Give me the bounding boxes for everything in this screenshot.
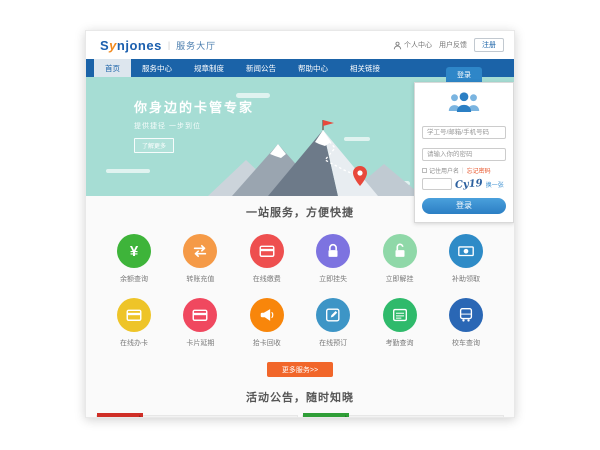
personal-center-label: 个人中心: [404, 40, 432, 50]
website-mockup: Synjones | 服务大厅 个人中心 用户反馈 注册 首页 服务中心 规章制…: [85, 30, 515, 418]
lock-icon: [324, 242, 342, 260]
users-group-icon: [422, 90, 506, 118]
guide-panel-right: 使用指南 更多>>: [302, 415, 504, 418]
bus-icon: [457, 306, 475, 324]
login-tab[interactable]: 登录: [446, 67, 482, 82]
transfer-icon: [191, 242, 209, 260]
captcha-image: Cy19: [455, 178, 483, 191]
nav-item-home[interactable]: 首页: [94, 59, 131, 77]
remember-label: 记住用户名: [429, 166, 459, 175]
password-input[interactable]: [422, 148, 506, 161]
hero-learn-more-button[interactable]: 了解更多: [134, 138, 174, 153]
user-feedback-link[interactable]: 用户反馈: [439, 40, 467, 50]
attendance-icon: [391, 306, 409, 324]
username-input[interactable]: [422, 126, 506, 139]
user-feedback-label: 用户反馈: [439, 40, 467, 50]
site-header: Synjones | 服务大厅 个人中心 用户反馈 注册: [86, 31, 514, 59]
service-online-card-application[interactable]: 在线办卡: [108, 298, 160, 348]
logo-rest: njones: [117, 38, 162, 53]
banknote-icon: [457, 242, 475, 260]
hero-subtitle: 提供捷径 一步到位: [134, 121, 254, 131]
service-report-loss[interactable]: 立即挂失: [307, 234, 359, 284]
cloud-shape: [106, 169, 150, 173]
login-submit-button[interactable]: 登录: [422, 198, 506, 214]
login-panel: 登录 记住用户名 | 忘记密码: [414, 67, 514, 223]
nav-item-news[interactable]: 新闻公告: [235, 59, 287, 77]
login-box: 记住用户名 | 忘记密码 Cy19 换一张 登录: [414, 82, 514, 223]
announcement-panels: 使用指南 最新公告 更多>> 使用指南 更多>>: [86, 415, 514, 418]
service-online-booking[interactable]: 在线预订: [307, 298, 359, 348]
service-attendance-inquiry[interactable]: 考勤查询: [374, 298, 426, 348]
hero-copy: 你身边的卡管专家 提供捷径 一步到位 了解更多: [134, 97, 254, 153]
service-found-card-return[interactable]: 拾卡回收: [241, 298, 293, 348]
panel-header: 使用指南 最新公告 更多>>: [97, 416, 297, 418]
logo-s: S: [100, 38, 109, 53]
logo-accent: y: [109, 38, 117, 53]
register-button[interactable]: 注册: [474, 38, 504, 52]
unlock-icon: [391, 242, 409, 260]
usage-guide-ribbon[interactable]: 使用指南: [97, 413, 143, 418]
nav-item-service-center[interactable]: 服务中心: [131, 59, 183, 77]
megaphone-icon: [258, 306, 276, 324]
person-icon: [393, 41, 402, 50]
captcha-row: Cy19 换一张: [422, 178, 506, 190]
service-balance-inquiry[interactable]: ¥ 余额查询: [108, 234, 160, 284]
service-subsidy-collection[interactable]: 补助领取: [440, 234, 492, 284]
announcements-section: 活动公告，随时知晓 使用指南 最新公告 更多>> 使用指南 更多>>: [86, 377, 514, 418]
nav-item-regulations[interactable]: 规章制度: [183, 59, 235, 77]
usage-guide-ribbon[interactable]: 使用指南: [303, 413, 349, 418]
captcha-input[interactable]: [422, 178, 452, 190]
logo[interactable]: Synjones: [100, 38, 162, 53]
remember-separator: |: [462, 168, 464, 174]
yuan-icon: ¥: [130, 244, 138, 259]
card-icon: [258, 242, 276, 260]
more-services-button[interactable]: 更多服务>>: [267, 362, 333, 377]
personal-center-link[interactable]: 个人中心: [393, 40, 432, 50]
services-row-2: 在线办卡 卡片延期 拾卡回收 在线预订: [86, 298, 514, 348]
hero-title: 你身边的卡管专家: [134, 97, 254, 116]
panel-header: 使用指南 更多>>: [303, 416, 503, 418]
remember-checkbox[interactable]: [422, 168, 427, 173]
services-section: 一站服务，方便快捷 ¥ 余额查询 转账充值 在线缴费: [86, 196, 514, 377]
forgot-password-link[interactable]: 忘记密码: [467, 166, 491, 175]
card-icon: [191, 306, 209, 324]
change-captcha-link[interactable]: 换一张: [486, 180, 504, 189]
guide-panel-left: 使用指南 最新公告 更多>>: [96, 415, 298, 418]
site-name: 服务大厅: [176, 39, 216, 52]
announcements-title: 活动公告，随时知晓: [86, 389, 514, 405]
service-card-extension[interactable]: 卡片延期: [174, 298, 226, 348]
header-divider: |: [168, 40, 170, 50]
services-row-1: ¥ 余额查询 转账充值 在线缴费 立即挂失: [86, 234, 514, 284]
edit-icon: [324, 306, 342, 324]
service-cancel-loss[interactable]: 立即解挂: [374, 234, 426, 284]
nav-item-help-center[interactable]: 帮助中心: [287, 59, 339, 77]
remember-row: 记住用户名 | 忘记密码: [422, 166, 506, 175]
service-transfer-recharge[interactable]: 转账充值: [174, 234, 226, 284]
card-icon: [125, 306, 143, 324]
service-online-payment[interactable]: 在线缴费: [241, 234, 293, 284]
nav-item-links[interactable]: 相关链接: [339, 59, 391, 77]
header-right: 个人中心 用户反馈 注册: [393, 38, 504, 52]
service-school-bus-inquiry[interactable]: 校车查询: [440, 298, 492, 348]
